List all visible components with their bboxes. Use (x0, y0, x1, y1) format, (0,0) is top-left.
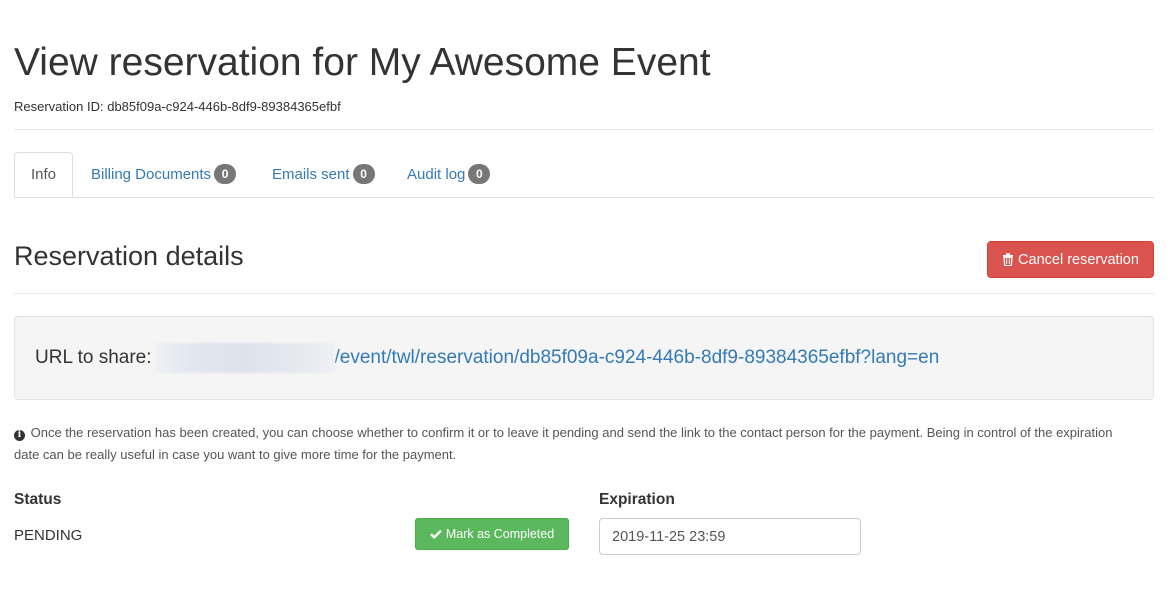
tab-emails-sent[interactable]: Emails sent 0 (256, 152, 391, 196)
share-url-box: URL to share: /event/twl/reservation/db8… (14, 316, 1154, 400)
expiration-input[interactable] (599, 518, 861, 555)
mark-as-completed-label: Mark as Completed (445, 527, 555, 541)
tab-billing-documents-label: Billing Documents (91, 165, 212, 183)
info-circle-icon: i (14, 430, 25, 441)
reservation-id-label: Reservation ID: (14, 99, 104, 114)
trash-icon (1003, 253, 1014, 266)
check-icon (429, 529, 442, 539)
info-note: i Once the reservation has been created,… (14, 422, 1134, 466)
expiration-label: Expiration (599, 491, 675, 508)
section-title: Reservation details (14, 241, 244, 271)
reservation-id-value: db85f09a-c924-446b-8df9-89384365efbf (107, 99, 341, 114)
tab-audit-log-label: Audit log (407, 165, 466, 183)
tab-bar: Info Billing Documents 0 Emails sent 0 A… (14, 152, 1154, 198)
tab-info-label: Info (30, 166, 57, 183)
divider (14, 129, 1154, 130)
tab-audit-log[interactable]: Audit log 0 (391, 152, 506, 196)
tab-emails-sent-label: Emails sent (272, 165, 350, 183)
info-note-text: Once the reservation has been created, y… (14, 425, 1113, 462)
reservation-id: Reservation ID: db85f09a-c924-446b-8df9-… (14, 99, 341, 114)
emails-sent-count-badge: 0 (352, 164, 375, 184)
audit-log-count-badge: 0 (468, 164, 491, 184)
cancel-reservation-button[interactable]: Cancel reservation (987, 241, 1154, 278)
status-label: Status (14, 491, 62, 508)
tab-billing-documents[interactable]: Billing Documents 0 (75, 152, 252, 196)
page-title: View reservation for My Awesome Event (14, 41, 711, 84)
tab-info[interactable]: Info (14, 152, 73, 197)
mark-as-completed-button[interactable]: Mark as Completed (415, 518, 569, 550)
share-url-link[interactable]: /event/twl/reservation/db85f09a-c924-446… (335, 347, 940, 369)
redacted-host (154, 343, 335, 373)
share-url-label: URL to share: (35, 347, 152, 368)
divider (14, 293, 1154, 294)
cancel-reservation-label: Cancel reservation (1018, 251, 1139, 268)
billing-documents-count-badge: 0 (214, 164, 237, 184)
status-value: PENDING (14, 527, 83, 544)
